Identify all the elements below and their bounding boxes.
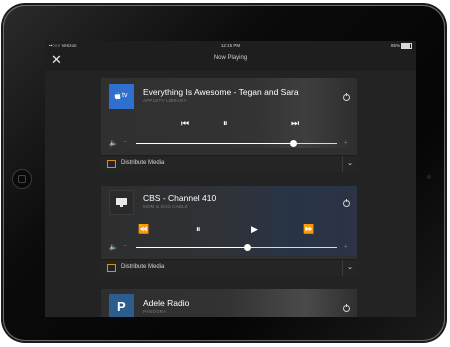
pause-icon[interactable]: ⏸ — [223, 119, 228, 128]
apple-tv-text: tv — [122, 92, 128, 99]
distribute-icon — [107, 264, 116, 272]
apple-tv-icon: tv — [109, 84, 134, 109]
camera — [427, 175, 431, 179]
distribute-media-bar[interactable]: Distribute Media ⌄ — [101, 155, 357, 172]
pause-icon[interactable]: ⏸ — [196, 225, 201, 234]
pandora-letter: P — [117, 299, 126, 314]
clock: 12:15 PM — [220, 43, 241, 48]
battery-percent: 85% — [390, 43, 400, 48]
source-subtitle: MOM & DAD CABLE — [143, 204, 189, 209]
track-title: Everything Is Awesome - Tegan and Sara — [143, 87, 299, 97]
volume-knob[interactable] — [243, 244, 251, 251]
fast-forward-icon[interactable]: ⏩ — [303, 225, 314, 234]
distribute-media-bar[interactable]: Distribute Media ⌄ — [101, 259, 357, 276]
card-artwork-bg — [101, 289, 357, 317]
power-icon[interactable] — [343, 93, 350, 101]
screen: ••○○○ Verizon 12:15 PM 85% ✕ Now Playing… — [45, 41, 416, 317]
volume-slider[interactable] — [136, 244, 337, 251]
volume-down-icon[interactable]: − — [123, 139, 127, 146]
volume-down-icon[interactable]: − — [123, 243, 127, 250]
pandora-icon: P — [109, 294, 134, 317]
chevron-down-icon[interactable]: ⌄ — [342, 156, 357, 172]
source-subtitle: PANDORA — [143, 309, 167, 314]
source-subtitle: APPLETV LIBRARY — [143, 98, 187, 103]
previous-icon[interactable]: ⏮ — [181, 119, 189, 128]
battery-icon — [401, 43, 412, 49]
volume-slider[interactable] — [136, 140, 337, 147]
speaker-icon: 🔈 — [109, 244, 118, 251]
monitor-icon — [116, 198, 127, 207]
play-icon[interactable]: ▶ — [251, 225, 258, 234]
rewind-icon[interactable]: ⏪ — [138, 225, 149, 234]
chevron-down-icon[interactable]: ⌄ — [342, 260, 357, 276]
power-icon[interactable] — [343, 304, 350, 312]
volume-up-icon[interactable]: + — [343, 138, 348, 147]
home-button[interactable] — [12, 169, 32, 189]
volume-row: 🔈 − + — [101, 241, 357, 253]
nav-bar: ✕ Now Playing — [45, 50, 416, 71]
now-playing-card: tv Everything Is Awesome - Tegan and Sar… — [101, 78, 357, 172]
now-playing-card: CBS - Channel 410 MOM & DAD CABLE ⏪ ⏸ ▶ … — [101, 186, 357, 276]
power-icon[interactable] — [343, 199, 350, 207]
volume-knob[interactable] — [289, 140, 297, 147]
channel-title: CBS - Channel 410 — [143, 193, 217, 203]
volume-fill — [136, 247, 247, 248]
station-title: Adele Radio — [143, 298, 190, 308]
volume-fill — [136, 143, 293, 144]
speaker-icon: 🔈 — [109, 140, 118, 147]
now-playing-card: P Adele Radio PANDORA — [101, 289, 357, 317]
status-bar: ••○○○ Verizon 12:15 PM 85% — [45, 41, 416, 50]
page-title: Now Playing — [213, 55, 248, 61]
next-icon[interactable]: ⏭ — [291, 119, 299, 128]
tv-icon — [109, 190, 134, 215]
distribute-icon — [107, 160, 116, 168]
tablet-frame: ••○○○ Verizon 12:15 PM 85% ✕ Now Playing… — [3, 5, 445, 341]
volume-row: 🔈 − + — [101, 137, 357, 149]
volume-up-icon[interactable]: + — [343, 242, 348, 251]
distribute-label: Distribute Media — [121, 160, 165, 166]
distribute-label: Distribute Media — [121, 264, 165, 270]
